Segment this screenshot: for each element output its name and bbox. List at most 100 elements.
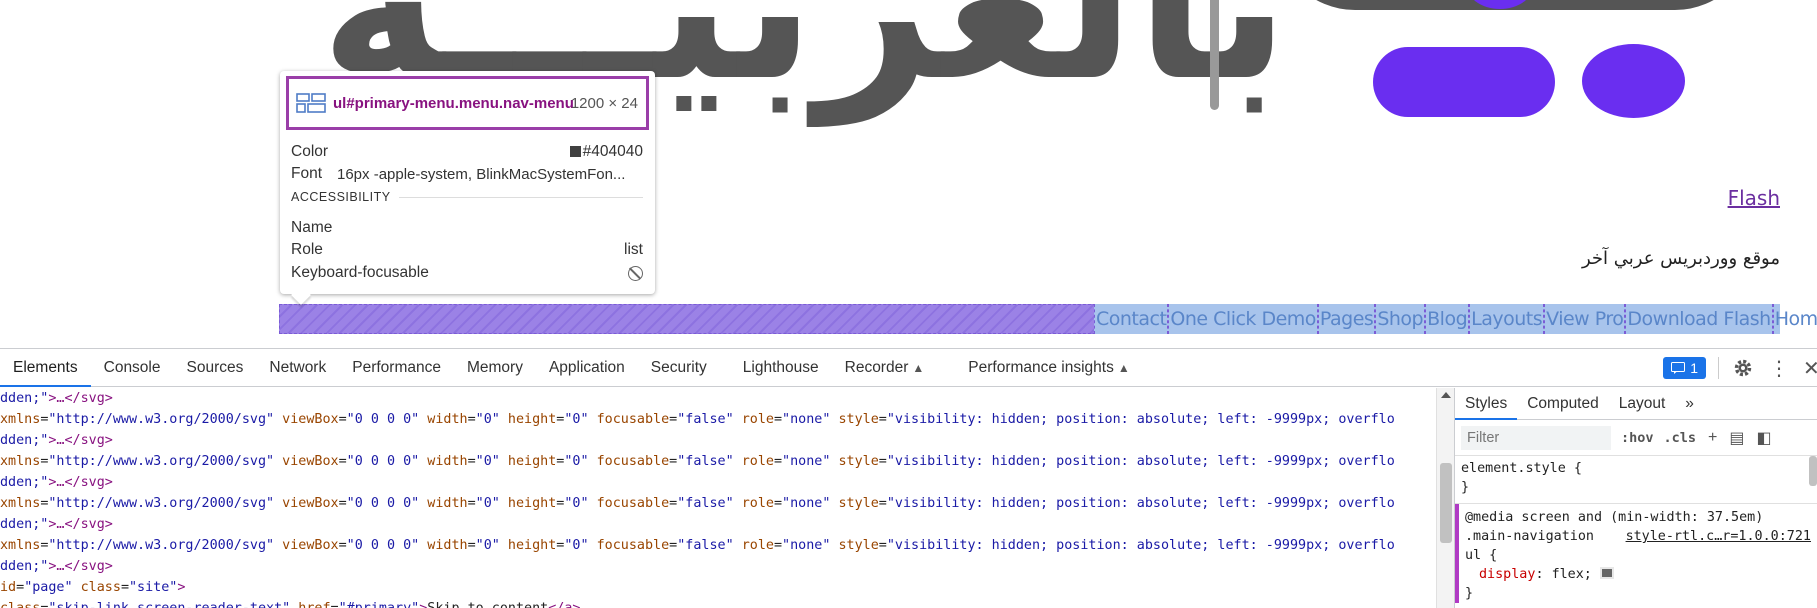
dom-line[interactable]: xmlns="http://www.w3.org/2000/svg" viewB…	[0, 451, 1436, 472]
nav-item-blog[interactable]: Blog	[1425, 304, 1470, 334]
tooltip-role-row: Role list	[291, 239, 643, 261]
experiment-icon: ▲	[912, 360, 925, 375]
role-value: list	[624, 241, 643, 258]
accessibility-section-title: ACCESSIBILITY	[291, 190, 643, 204]
tab-security[interactable]: Security	[638, 349, 720, 387]
tab-application[interactable]: Application	[536, 349, 638, 387]
media-query: @media screen and (min-width: 37.5em)	[1465, 510, 1764, 525]
devtools-tab-bar: Elements Console Sources Network Perform…	[0, 349, 1817, 387]
toggle-sidebar-icon[interactable]: ◧	[1757, 428, 1772, 448]
section-divider	[398, 196, 643, 198]
site-title-link[interactable]: Flash	[1728, 186, 1780, 210]
nav-item-home[interactable]: Home	[1772, 304, 1817, 334]
devtools-toolbar-right: 1 ⋮ ✕	[1663, 349, 1817, 387]
scroll-up-arrow-icon[interactable]	[1441, 392, 1451, 398]
main-navigation-rule[interactable]: @media screen and (min-width: 37.5em) .m…	[1455, 504, 1817, 603]
color-label: Color	[291, 143, 329, 160]
dom-line[interactable]: id="page" class="site">	[0, 577, 1436, 598]
tab-performance-insights-label: Performance insights	[968, 358, 1114, 376]
tooltip-name-row: Name	[291, 217, 643, 239]
flexbox-editor-icon[interactable]	[1599, 567, 1614, 579]
role-label: Role	[291, 241, 323, 258]
toolbar-divider	[1718, 357, 1719, 379]
color-value: #404040	[569, 143, 643, 161]
dom-line[interactable]: dden;">…</svg>	[0, 556, 1436, 577]
dom-line[interactable]: dden;">…</svg>	[0, 388, 1436, 409]
dom-line[interactable]: xmlns="http://www.w3.org/2000/svg" viewB…	[0, 409, 1436, 430]
element-style-selector: element.style {	[1461, 461, 1582, 476]
styles-scrollbar-thumb[interactable]	[1809, 456, 1817, 486]
color-value-text: #404040	[582, 143, 643, 160]
font-label: Font	[291, 165, 323, 182]
close-devtools-icon[interactable]: ✕	[1803, 356, 1817, 380]
elements-scrollbar[interactable]	[1436, 388, 1454, 608]
tab-recorder[interactable]: Recorder ▲	[832, 349, 938, 387]
site-tagline: موقع ووردبريس عربي آخر	[1581, 248, 1780, 269]
nav-item-one-click-demo[interactable]: One Click Demo	[1168, 304, 1318, 334]
tooltip-header: ul#primary-menu.menu.nav-menu 1200 × 24	[286, 76, 649, 130]
message-icon	[1671, 362, 1686, 374]
dom-line[interactable]: dden;">…</svg>	[0, 430, 1436, 451]
experiment-icon: ▲	[1117, 360, 1130, 375]
hov-toggle-button[interactable]: :hov	[1621, 430, 1654, 446]
accessibility-title: ACCESSIBILITY	[291, 190, 391, 204]
nav-item-layouts[interactable]: Layouts	[1469, 304, 1545, 334]
tab-lighthouse[interactable]: Lighthouse	[730, 349, 832, 387]
issues-count: 1	[1690, 360, 1698, 376]
tab-computed[interactable]: Computed	[1517, 388, 1609, 420]
logo-mark-dot	[1582, 44, 1685, 118]
cls-toggle-button[interactable]: .cls	[1664, 430, 1697, 446]
settings-gear-icon[interactable]	[1731, 356, 1755, 380]
nav-item-pages[interactable]: Pages	[1317, 304, 1376, 334]
rule-selector: .main-navigation	[1465, 529, 1594, 544]
rule-selector-line2: ul {	[1465, 548, 1498, 563]
inspect-tooltip: ul#primary-menu.menu.nav-menu 1200 × 24 …	[280, 71, 655, 294]
close-brace: }	[1461, 480, 1470, 495]
scroll-thumb[interactable]	[1440, 463, 1452, 543]
tab-elements[interactable]: Elements	[0, 349, 91, 387]
tab-recorder-label: Recorder	[844, 358, 909, 376]
screen: بالعربيـــة Flash موقع ووردبريس عربي آخر…	[0, 0, 1817, 608]
rule-selector-row: .main-navigation style-rtl.c…r=1.0.0:721	[1465, 527, 1817, 546]
flex-container-icon	[296, 93, 326, 113]
paint-roller-icon[interactable]: ▤	[1729, 428, 1744, 448]
logo-divider	[1210, 0, 1219, 110]
tooltip-color-row: Color #404040	[291, 141, 643, 163]
devtools-panel: Elements Console Sources Network Perform…	[0, 348, 1817, 608]
tab-memory[interactable]: Memory	[454, 349, 536, 387]
tooltip-selector: ul#primary-menu.menu.nav-menu	[333, 94, 574, 112]
dom-line[interactable]: dden;">…</svg>	[0, 514, 1436, 535]
styles-filter-input[interactable]: Filter	[1461, 425, 1611, 450]
nav-item-view-pro[interactable]: View Pro	[1544, 304, 1626, 334]
css-value: flex;	[1551, 567, 1592, 582]
close-brace: }	[1465, 586, 1474, 601]
styles-tab-bar: Styles Computed Layout »	[1455, 388, 1817, 420]
name-label: Name	[291, 219, 333, 236]
tab-performance[interactable]: Performance	[339, 349, 454, 387]
tab-console[interactable]: Console	[91, 349, 174, 387]
nav-item-download-flash[interactable]: Download Flash	[1625, 304, 1773, 334]
element-style-rule[interactable]: element.style { }	[1455, 456, 1817, 504]
tab-styles[interactable]: Styles	[1455, 388, 1518, 420]
stylesheet-source-link[interactable]: style-rtl.c…r=1.0.0:721	[1626, 527, 1811, 546]
dom-line[interactable]: class="skip-link screen-reader-text" hre…	[0, 598, 1436, 608]
tab-sources[interactable]: Sources	[174, 349, 257, 387]
tab-performance-insights[interactable]: Performance insights ▲	[955, 349, 1142, 387]
dom-line[interactable]: dden;">…</svg>	[0, 472, 1436, 493]
dom-line[interactable]: xmlns="http://www.w3.org/2000/svg" viewB…	[0, 535, 1436, 556]
elements-dom-tree[interactable]: dden;">…</svg> xmlns="http://www.w3.org/…	[0, 388, 1436, 608]
styles-filter-row: Filter :hov .cls + ▤ ◧	[1455, 420, 1817, 456]
dom-line[interactable]: xmlns="http://www.w3.org/2000/svg" viewB…	[0, 493, 1436, 514]
font-value: 16px -apple-system, BlinkMacSystemFon...	[337, 165, 626, 183]
nav-item-contact[interactable]: Contact	[1094, 304, 1169, 334]
more-tabs-chevron-icon[interactable]: »	[1675, 388, 1704, 420]
more-options-icon[interactable]: ⋮	[1767, 356, 1791, 380]
logo-mark-pill	[1373, 47, 1555, 117]
nav-item-shop[interactable]: Shop	[1375, 304, 1426, 334]
new-style-rule-icon[interactable]: +	[1708, 429, 1717, 447]
css-declaration[interactable]: display: flex;	[1465, 565, 1817, 584]
tab-layout[interactable]: Layout	[1609, 388, 1676, 420]
issues-button[interactable]: 1	[1663, 357, 1706, 379]
keyboard-focusable-label: Keyboard-focusable	[291, 264, 429, 281]
tab-network[interactable]: Network	[256, 349, 339, 387]
